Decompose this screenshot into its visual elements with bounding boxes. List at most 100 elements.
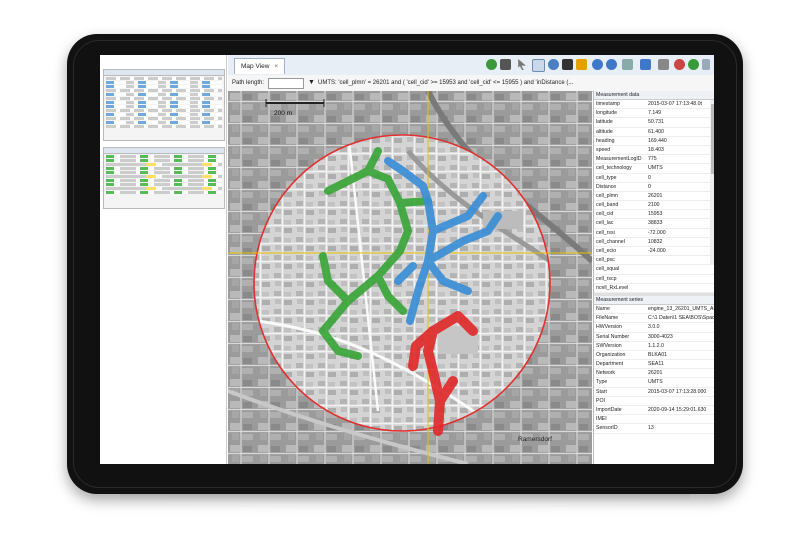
map-canvas[interactable]: 200 m Ramersdorf xyxy=(228,91,592,464)
md-row[interactable]: latitude 50.731 xyxy=(594,118,714,128)
ms-key: Department xyxy=(596,361,624,368)
md-value: 38833 xyxy=(648,220,663,227)
md-key: cell_ecio xyxy=(596,248,617,254)
md-row[interactable]: cell_psc xyxy=(594,256,714,266)
filter-bar: Path length: ▼ UMTS: 'cell_plmn' = 26201… xyxy=(228,75,714,92)
filter-expression[interactable]: UMTS: 'cell_plmn' = 26201 and ( 'cell_ci… xyxy=(318,75,573,91)
ms-key: Start xyxy=(596,388,607,395)
md-value: 10832 xyxy=(648,238,663,245)
md-key: cell_lac xyxy=(596,220,614,227)
md-key: longitude xyxy=(596,110,618,117)
measure-icon[interactable] xyxy=(622,59,633,70)
ms-row[interactable]: SWVersion 1.1.2.0 xyxy=(594,342,714,351)
ms-row[interactable]: IMEI xyxy=(594,415,714,425)
md-value: 2100 xyxy=(648,202,660,209)
md-row[interactable]: cell_lac 38833 xyxy=(594,219,714,229)
md-row[interactable]: Distance 0 xyxy=(594,183,714,192)
ms-value: 3000-4023 xyxy=(648,333,673,340)
md-row[interactable]: speed 18.403 xyxy=(594,146,714,156)
md-key: heading xyxy=(596,137,615,144)
md-row[interactable]: cell_cid 15953 xyxy=(594,210,714,220)
cell-list-table[interactable] xyxy=(103,147,225,209)
measurement-data-scrollbar[interactable] xyxy=(710,100,714,265)
md-row[interactable]: cell_ecio -24.000 xyxy=(594,247,714,257)
md-value xyxy=(648,284,714,292)
md-row[interactable]: cell_type 0 xyxy=(594,174,714,183)
globe-icon[interactable] xyxy=(486,59,497,70)
funnel-icon[interactable]: ▼ xyxy=(308,75,315,91)
export-icon[interactable] xyxy=(688,59,699,70)
sensor-icon[interactable] xyxy=(674,59,685,70)
md-key: cell_rssi xyxy=(596,229,615,236)
md-row[interactable]: cell_rscp xyxy=(594,275,714,284)
md-value: 0 xyxy=(648,183,651,190)
ms-key: Name xyxy=(596,305,610,312)
measurement-data-list: timestamp 2015-03-07 17:13:48.0t longitude… xyxy=(594,100,714,293)
md-row[interactable]: cell_channel 10832 xyxy=(594,238,714,247)
maximize-icon[interactable] xyxy=(702,59,710,70)
pointer-icon[interactable] xyxy=(518,59,526,70)
md-row[interactable]: timestamp 2015-03-07 17:13:48.0t xyxy=(594,100,714,110)
refresh-icon[interactable] xyxy=(548,59,559,70)
md-row[interactable]: cell_plmn 26201 xyxy=(594,192,714,202)
select-area-icon[interactable] xyxy=(532,59,545,72)
ms-key: Type xyxy=(596,379,608,386)
md-row[interactable]: cell_squal xyxy=(594,265,714,275)
md-value xyxy=(648,256,714,264)
left-panel xyxy=(100,55,227,464)
ms-key: Serial Number xyxy=(596,333,630,340)
md-key: speed xyxy=(596,146,611,153)
measurement-series-table[interactable] xyxy=(103,69,225,141)
close-icon[interactable]: × xyxy=(274,63,278,70)
ms-row[interactable]: POI xyxy=(594,397,714,406)
md-value: 0 xyxy=(648,174,651,181)
md-value: -72.000 xyxy=(648,229,666,236)
path-length-input[interactable] xyxy=(268,78,304,89)
ms-key: POI xyxy=(596,397,605,404)
md-value: 7.149 xyxy=(648,110,661,117)
md-value xyxy=(648,275,714,283)
md-row[interactable]: cell_band 2100 xyxy=(594,201,714,211)
brush-icon[interactable] xyxy=(576,59,587,70)
ms-row[interactable]: HWVersion 3.0.0 xyxy=(594,323,714,333)
md-value: 61.400 xyxy=(648,128,664,135)
measurement-data-title: Measurement data xyxy=(594,91,714,100)
place-label: Ramersdorf xyxy=(518,436,552,443)
ms-key: Network xyxy=(596,370,616,377)
ms-row[interactable]: Serial Number 3000-4023 xyxy=(594,333,714,342)
ms-row[interactable]: Department SEA11 xyxy=(594,360,714,370)
ms-row[interactable]: SensorID 13 xyxy=(594,424,714,434)
map-view-tab-label: Map View xyxy=(241,63,270,70)
filter-icon[interactable] xyxy=(658,59,669,70)
zoom-out-icon[interactable] xyxy=(606,59,617,70)
ms-value: 2015-03-07 17:13:28.000 xyxy=(648,388,707,395)
layer-icon[interactable] xyxy=(562,59,573,70)
ms-key: HWVersion xyxy=(596,324,622,331)
ms-value: C:\1 Daten\1 SEA\BOS\SpaceMe... xyxy=(648,315,714,322)
ms-row[interactable]: Start 2015-03-07 17:13:28.000 xyxy=(594,388,714,397)
md-row[interactable]: ncell_RxLevel xyxy=(594,284,714,293)
ms-row[interactable]: ImportDate 2020-09-14 15:29:01.630 xyxy=(594,406,714,416)
md-value: 775 xyxy=(648,156,657,163)
ms-value: UMTS xyxy=(648,379,663,386)
route-icon[interactable] xyxy=(640,59,651,70)
ms-row[interactable]: FileName C:\1 Daten\1 SEA\BOS\SpaceMe... xyxy=(594,314,714,324)
md-key: cell_plmn xyxy=(596,192,618,199)
md-row[interactable]: altitude 61.400 xyxy=(594,128,714,137)
md-key: altitude xyxy=(596,128,613,135)
md-row[interactable]: cell_technology UMTS xyxy=(594,164,714,174)
md-row[interactable]: heading 169.440 xyxy=(594,137,714,146)
tab-map-view[interactable]: Map View × xyxy=(234,58,286,74)
tablet-reflection xyxy=(120,494,690,506)
md-row[interactable]: cell_rssi -72.000 xyxy=(594,229,714,238)
ms-value: 13 xyxy=(648,425,654,432)
ms-value: SEA11 xyxy=(648,361,664,368)
ms-row[interactable]: Name engine_13_26201_UMTS_ANY_Alt... xyxy=(594,305,714,315)
md-row[interactable]: MeasurementLogID 775 xyxy=(594,155,714,165)
md-row[interactable]: longitude 7.149 xyxy=(594,109,714,119)
ms-row[interactable]: Organization BLKA01 xyxy=(594,351,714,361)
ms-row[interactable]: Network 26201 xyxy=(594,369,714,379)
ms-row[interactable]: Type UMTS xyxy=(594,378,714,388)
car-icon[interactable] xyxy=(500,59,511,70)
zoom-in-icon[interactable] xyxy=(592,59,603,70)
